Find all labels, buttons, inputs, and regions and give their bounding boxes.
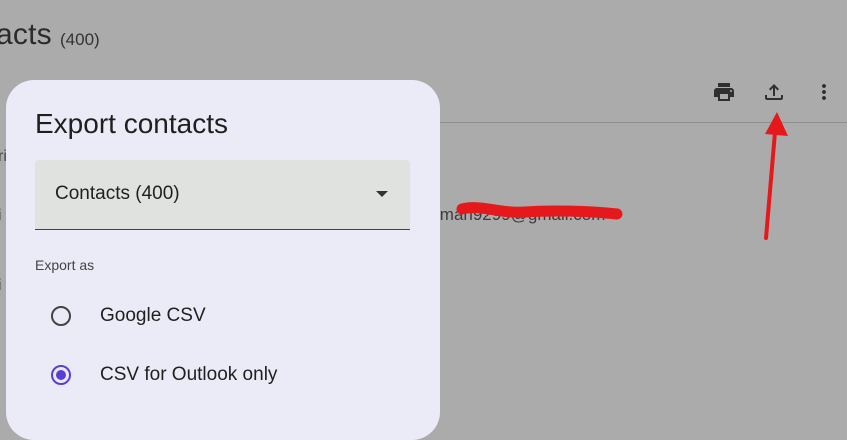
export-button[interactable] <box>754 72 794 112</box>
export-as-label: Export as <box>35 257 95 273</box>
contacts-count: (400) <box>60 30 100 49</box>
radio-button-checked[interactable] <box>51 365 71 385</box>
option-google-csv[interactable]: Google CSV <box>51 302 206 330</box>
export-contacts-dialog: Export contacts Contacts (400) Export as… <box>6 80 440 440</box>
contact-email: iman9299@gmail.com <box>436 205 606 224</box>
dialog-title: Export contacts <box>35 108 228 139</box>
option-label: CSV for Outlook only <box>100 364 278 385</box>
print-button[interactable] <box>704 72 744 112</box>
more-vert-icon <box>822 84 826 100</box>
select-value: Contacts (400) <box>55 183 180 204</box>
printer-icon <box>714 83 734 101</box>
option-csv-outlook[interactable]: CSV for Outlook only <box>51 361 277 389</box>
more-options-button[interactable] <box>804 72 844 112</box>
upload-icon <box>765 84 783 100</box>
contacts-select[interactable]: Contacts (400) <box>35 160 410 230</box>
page-title: acts <box>0 18 52 51</box>
option-label: Google CSV <box>100 305 206 326</box>
radio-button[interactable] <box>51 306 71 326</box>
background-text-fragment: i <box>0 277 2 295</box>
chevron-down-icon <box>376 191 388 197</box>
background-text-fragment: i <box>0 207 2 225</box>
toolbar-divider <box>430 122 847 123</box>
